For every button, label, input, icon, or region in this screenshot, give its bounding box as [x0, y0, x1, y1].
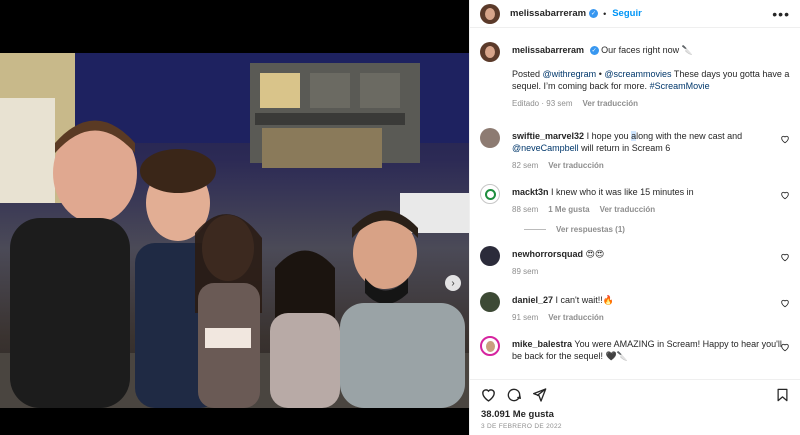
action-bar — [470, 379, 800, 409]
hashtag-link[interactable]: #ScreamMovie — [650, 81, 710, 91]
replies-line — [524, 229, 546, 230]
share-paper-plane-icon[interactable] — [531, 387, 547, 403]
comment-username[interactable]: daniel_27 — [512, 295, 553, 305]
header-username[interactable]: melissabarreram — [510, 8, 586, 19]
comment-time: 91 sem — [512, 313, 539, 322]
mention-link[interactable]: @neveCampbell — [512, 143, 579, 153]
comment-text: I knew who it was like 15 minutes in — [551, 187, 694, 197]
list-item: mackt3n I knew who it was like 15 minute… — [480, 184, 790, 216]
list-item: mike_balestra You were AMAZING in Scream… — [480, 336, 790, 362]
avatar[interactable] — [480, 184, 500, 204]
like-heart-icon[interactable] — [780, 298, 790, 308]
view-replies-button[interactable]: Ver respuestas (1) — [524, 225, 790, 234]
caption-edited: Editado · 93 sem — [512, 99, 573, 108]
comment-text: will return in Scream 6 — [578, 143, 671, 153]
post-sidebar: melissabarreram ✓ • Seguir ••• melissaba… — [469, 0, 800, 435]
caption-line2-prefix: Posted — [512, 69, 543, 79]
avatar[interactable] — [480, 292, 500, 312]
likes-count[interactable]: 38.091 Me gusta — [470, 409, 800, 420]
post-header: melissabarreram ✓ • Seguir ••• — [470, 0, 800, 28]
comment-text: long with the new cast and — [636, 131, 743, 141]
like-heart-icon[interactable] — [480, 386, 497, 403]
avatar[interactable] — [480, 128, 500, 148]
next-slide-button[interactable]: › — [445, 275, 461, 291]
post-date: 3 DE FEBRERO DE 2022 — [481, 423, 562, 430]
avatar[interactable] — [480, 42, 500, 62]
caption: melissabarreram ✓ Our faces right now 🔪 … — [480, 42, 790, 110]
comment-text: I can't wait!!🔥 — [555, 295, 614, 305]
avatar[interactable] — [480, 3, 500, 24]
photo-illustration — [0, 53, 469, 408]
post-photo[interactable]: › — [0, 53, 469, 408]
comment-time: 82 sem — [512, 161, 539, 170]
translate-link[interactable]: Ver traducción — [600, 204, 656, 216]
translate-link[interactable]: Ver traducción — [582, 98, 638, 110]
follow-button[interactable]: Seguir — [612, 8, 642, 19]
like-heart-icon[interactable] — [780, 252, 790, 262]
caption-text: Our faces right now 🔪 — [601, 45, 693, 55]
comment-username[interactable]: mike_balestra — [512, 339, 572, 349]
like-heart-icon[interactable] — [780, 190, 790, 200]
list-item: daniel_27 I can't wait!!🔥 91 sem Ver tra… — [480, 292, 790, 324]
comment-text: 😍😍 — [585, 249, 605, 259]
comment-username[interactable]: mackt3n — [512, 187, 549, 197]
separator-dot: • — [603, 8, 607, 19]
view-replies-label: Ver respuestas (1) — [556, 225, 625, 234]
caption-username[interactable]: melissabarreram — [512, 45, 584, 55]
comment-username[interactable]: swiftie_marvel32 — [512, 131, 584, 141]
like-heart-icon[interactable] — [780, 342, 790, 352]
bookmark-icon[interactable] — [775, 387, 790, 403]
comment-time: 89 sem — [512, 267, 539, 276]
translate-link[interactable]: Ver traducción — [548, 160, 604, 172]
like-heart-icon[interactable] — [780, 134, 790, 144]
verified-badge-icon: ✓ — [589, 46, 599, 56]
media-panel: › — [0, 0, 469, 435]
avatar[interactable] — [480, 246, 500, 266]
comment-icon[interactable] — [506, 387, 522, 403]
comment-username[interactable]: newhorrorsquad — [512, 249, 583, 259]
comment-time: 88 sem — [512, 205, 539, 214]
list-item: newhorrorsquad 😍😍 89 sem — [480, 246, 790, 278]
comment-likes[interactable]: 1 Me gusta — [548, 204, 589, 216]
verified-badge-icon: ✓ — [589, 9, 599, 18]
list-item: swiftie_marvel32 I hope you along with t… — [480, 128, 790, 172]
comment-text: I hope you — [586, 131, 632, 141]
translate-link[interactable]: Ver traducción — [548, 312, 604, 324]
mention-link[interactable]: @withregram — [543, 69, 597, 79]
more-options-icon[interactable]: ••• — [772, 6, 790, 22]
avatar[interactable] — [480, 336, 500, 356]
comments-list[interactable]: melissabarreram ✓ Our faces right now 🔪 … — [470, 28, 800, 379]
mention-link[interactable]: @screammovies — [604, 69, 671, 79]
